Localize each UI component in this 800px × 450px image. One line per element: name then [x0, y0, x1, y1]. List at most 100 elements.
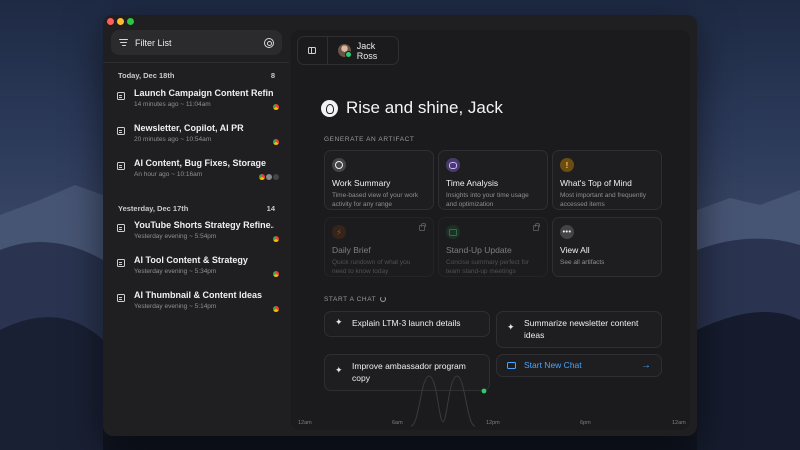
lock-icon	[419, 222, 426, 231]
chat-list-item[interactable]: AI Tool Content & Strategy Yesterday eve…	[103, 253, 289, 288]
artifact-card-view-all[interactable]: ••• View All See all artifacts	[552, 217, 662, 277]
chrome-icon	[273, 104, 279, 110]
card-title: View All	[560, 245, 590, 255]
lock-icon	[533, 222, 540, 231]
clock-icon	[332, 158, 346, 172]
chrome-icon	[273, 306, 279, 312]
prompt-text: Summarize newsletter content ideas	[524, 318, 639, 340]
source-icons	[273, 104, 279, 110]
source-icons	[259, 174, 279, 180]
message-icon	[507, 362, 516, 369]
close-window-button[interactable]	[107, 18, 114, 25]
chat-list-item[interactable]: Launch Campaign Content Refin... 14 minu…	[103, 86, 289, 121]
app-icon	[266, 174, 272, 180]
group-date: Today, Dec 18th	[118, 70, 175, 80]
timeline-tick: 12am	[298, 420, 312, 426]
artifact-card-top-of-mind[interactable]: ! What's Top of Mind Most important and …	[552, 150, 662, 210]
group-date: Yesterday, Dec 17th	[118, 203, 189, 213]
document-icon	[117, 259, 125, 267]
sidebar-toggle-button[interactable]	[298, 37, 328, 64]
more-dots-icon: •••	[560, 225, 574, 239]
source-icons	[273, 236, 279, 242]
chat-list-item[interactable]: YouTube Shorts Strategy Refine... Yester…	[103, 218, 289, 253]
card-description: Time-based view of your work activity fo…	[332, 192, 419, 209]
document-icon	[117, 162, 125, 170]
prompt-suggestion[interactable]: Summarize newsletter content ideas	[496, 311, 662, 348]
sparkle-icon	[335, 317, 344, 329]
chat-title: YouTube Shorts Strategy Refine...	[134, 220, 274, 230]
chrome-icon	[273, 139, 279, 145]
source-icons	[273, 139, 279, 145]
artifact-card-stand-up-update[interactable]: Stand-Up Update Concise summary perfect …	[438, 217, 548, 277]
app-window: Filter List Today, Dec 18th 8 Launch Cam…	[103, 15, 697, 436]
card-title: Time Analysis	[446, 178, 499, 188]
prompt-text: Explain LTM-3 launch details	[352, 318, 461, 329]
timeline-tick: 6pm	[580, 420, 591, 426]
document-icon	[117, 294, 125, 302]
chat-timestamp: Yesterday evening ~ 5:34pm	[134, 268, 217, 275]
chat-timestamp: Yesterday evening ~ 5:14pm	[134, 303, 217, 310]
timeline-tick: 12am	[672, 420, 686, 426]
chrome-icon	[259, 174, 265, 180]
card-description: Quick rundown of what you need to know t…	[332, 259, 411, 276]
card-description: Most important and frequently accessed i…	[560, 192, 646, 209]
card-description: Insights into your time usage and optimi…	[446, 192, 529, 209]
app-logo-icon	[321, 99, 338, 117]
chat-timestamp: 20 minutes ago ~ 10:54am	[134, 136, 212, 143]
group-count: 14	[266, 203, 275, 213]
greeting: Rise and shine, Jack	[321, 98, 503, 118]
artifact-card-time-analysis[interactable]: Time Analysis Insights into your time us…	[438, 150, 548, 210]
filter-list-label: Filter List	[135, 37, 172, 48]
chat-list-item[interactable]: AI Thumbnail & Content Ideas Yesterday e…	[103, 288, 289, 323]
current-time-dot	[481, 388, 487, 394]
source-icons	[273, 306, 279, 312]
app-icon	[273, 174, 279, 180]
minimize-window-button[interactable]	[117, 18, 124, 25]
avatar	[337, 44, 352, 58]
sidebar-panel-icon	[308, 47, 317, 54]
window-controls	[107, 18, 134, 25]
brain-icon	[446, 158, 460, 172]
zoom-window-button[interactable]	[127, 18, 134, 25]
user-name: Jack Ross	[356, 40, 378, 61]
card-description: See all artifacts	[560, 259, 605, 266]
prompt-suggestion[interactable]: Explain LTM-3 launch details	[324, 311, 490, 337]
activity-timeline: 12am 6am 12pm 6pm 12am	[291, 370, 690, 430]
alert-icon: !	[560, 158, 574, 172]
chat-title: AI Content, Bug Fixes, Storage	[134, 158, 267, 168]
source-icons	[273, 271, 279, 277]
group-count: 8	[270, 70, 275, 80]
greeting-text: Rise and shine, Jack	[346, 98, 503, 117]
card-title: What's Top of Mind	[560, 178, 632, 188]
chat-title: Newsletter, Copilot, AI PR	[134, 123, 244, 133]
filter-icon	[119, 39, 128, 47]
chat-title: Launch Campaign Content Refin...	[134, 88, 274, 98]
card-title: Stand-Up Update	[446, 245, 512, 255]
refresh-icon[interactable]	[380, 296, 387, 302]
filter-list-bar[interactable]: Filter List	[111, 30, 282, 55]
artifact-card-daily-brief[interactable]: ⚡ Daily Brief Quick rundown of what you …	[324, 217, 434, 277]
top-bar: Jack Ross	[297, 36, 399, 65]
card-title: Work Summary	[332, 178, 391, 188]
chat-title: AI Tool Content & Strategy	[134, 255, 248, 265]
user-menu[interactable]: Jack Ross	[328, 41, 398, 61]
chat-list-item[interactable]: AI Content, Bug Fixes, Storage An hour a…	[103, 156, 289, 191]
chat-group-yesterday: Yesterday, Dec 17th 14 YouTube Shorts St…	[103, 202, 289, 323]
chat-list-item[interactable]: Newsletter, Copilot, AI PR 20 minutes ag…	[103, 121, 289, 156]
sidebar-divider	[103, 62, 289, 63]
settings-icon[interactable]	[264, 37, 274, 48]
artifact-card-work-summary[interactable]: Work Summary Time-based view of your wor…	[324, 150, 434, 210]
chat-group-today: Today, Dec 18th 8 Launch Campaign Conten…	[103, 69, 289, 191]
timeline-tick: 12pm	[486, 420, 500, 426]
card-description: Concise summary perfect for team stand-u…	[446, 259, 530, 276]
chat-timestamp: Yesterday evening ~ 5:54pm	[134, 233, 217, 240]
bolt-icon: ⚡	[332, 225, 346, 239]
chrome-icon	[273, 236, 279, 242]
chat-timestamp: 14 minutes ago ~ 11:04am	[134, 101, 211, 108]
chat-title: AI Thumbnail & Content Ideas	[134, 290, 263, 300]
chat-section-text: START A CHAT	[324, 296, 377, 303]
artifact-section-label: GENERATE AN ARTIFACT	[324, 136, 415, 143]
chrome-icon	[273, 271, 279, 277]
document-icon	[117, 92, 125, 100]
card-title: Daily Brief	[332, 245, 371, 255]
